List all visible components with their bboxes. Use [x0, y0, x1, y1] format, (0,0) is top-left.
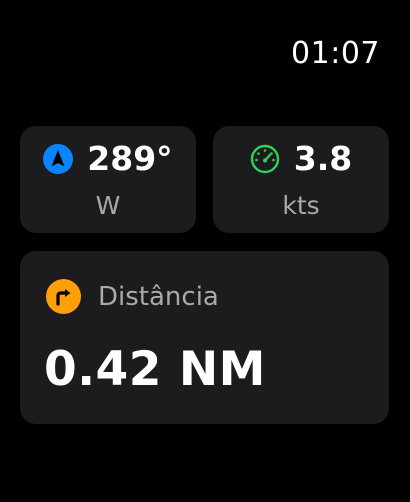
- distance-label: Distância: [98, 281, 219, 312]
- distance-value: 0.42 NM: [44, 342, 266, 397]
- speed-row: 3.8: [213, 142, 389, 176]
- speed-unit: kts: [282, 191, 320, 220]
- distance-header: Distância: [46, 279, 219, 314]
- navigation-arrow-icon: [43, 144, 74, 174]
- speed-card[interactable]: 3.8 kts: [213, 126, 389, 233]
- turn-right-arrow-icon: [46, 279, 81, 314]
- clock-time: 01:07: [291, 36, 380, 71]
- speed-value: 3.8: [293, 139, 353, 178]
- heading-row: 289°: [20, 142, 196, 176]
- heading-value: 289°: [87, 139, 173, 178]
- heading-card[interactable]: 289° W: [20, 126, 196, 233]
- distance-card[interactable]: Distância 0.42 NM: [20, 251, 389, 424]
- speedometer-icon: [250, 144, 280, 174]
- heading-direction: W: [95, 191, 121, 220]
